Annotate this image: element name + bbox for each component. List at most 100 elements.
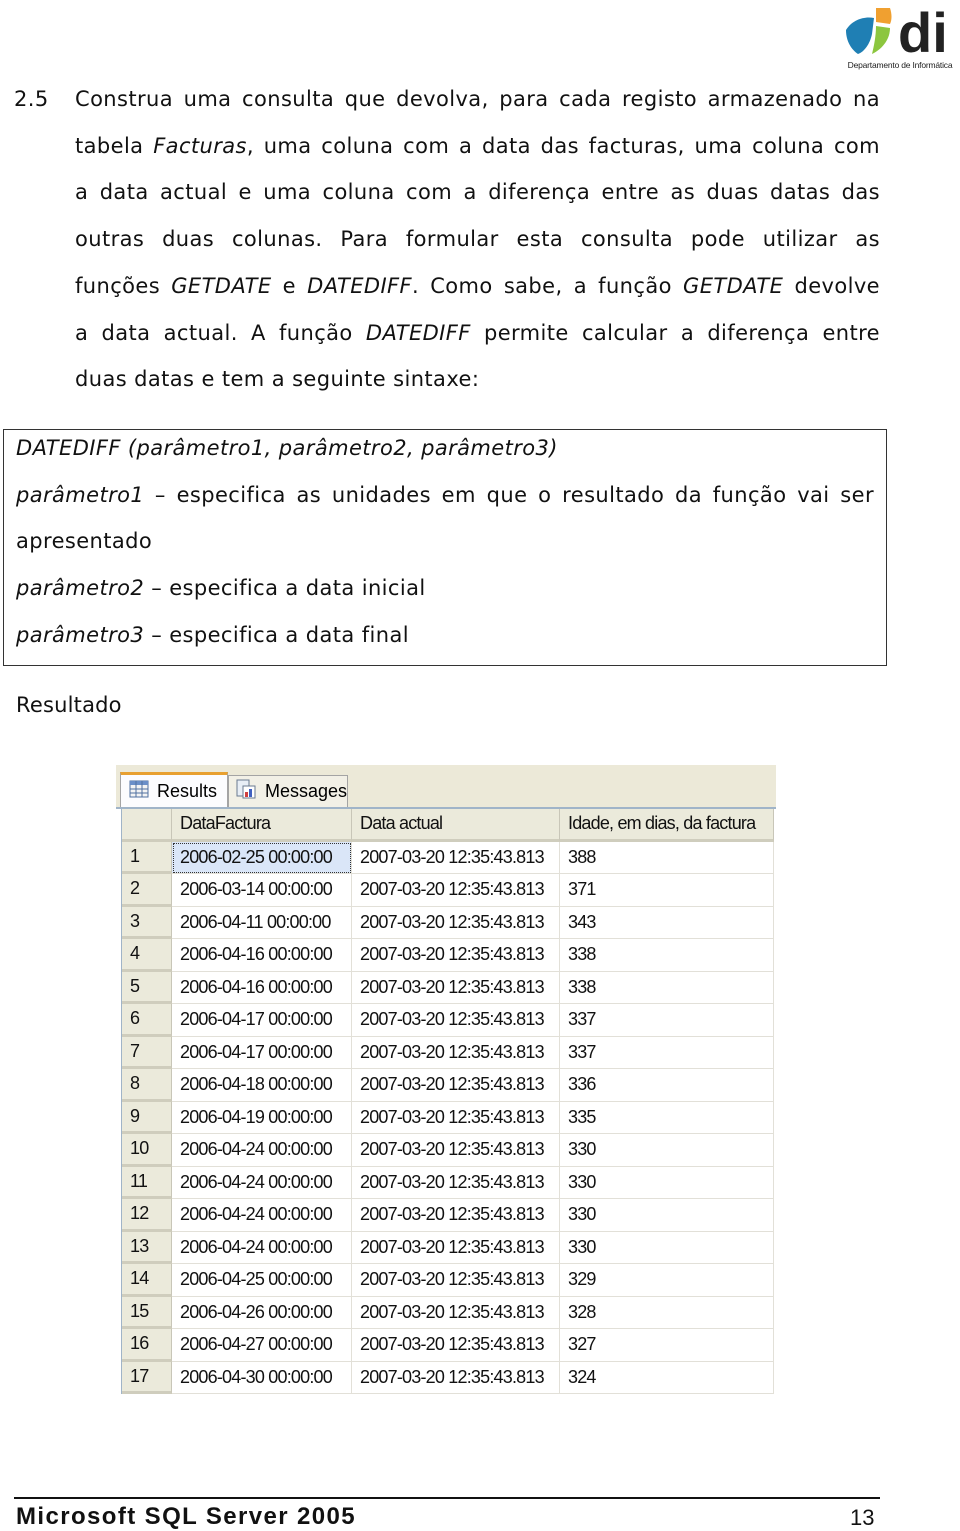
- cell-idade[interactable]: 330: [560, 1199, 774, 1232]
- row-number[interactable]: 8: [122, 1069, 172, 1102]
- table-row[interactable]: 7 2006-04-17 00:00:00 2007-03-20 12:35:43.…: [122, 1036, 774, 1069]
- cell-data-actual[interactable]: 2007-03-20 12:35:43.813: [352, 1231, 560, 1264]
- table-row[interactable]: 10 2006-04-24 00:00:00 2007-03-20 12:35:43…: [122, 1134, 774, 1167]
- row-number[interactable]: 5: [122, 971, 172, 1004]
- column-header-datafactura[interactable]: DataFactura: [172, 809, 352, 842]
- cell-datafactura[interactable]: 2006-04-17 00:00:00: [172, 1004, 352, 1037]
- table-row[interactable]: 17 2006-04-30 00:00:00 2007-03-20 12:35:43…: [122, 1361, 774, 1394]
- cell-idade[interactable]: 335: [560, 1101, 774, 1134]
- cell-idade[interactable]: 338: [560, 939, 774, 972]
- row-number[interactable]: 10: [122, 1134, 172, 1167]
- cell-data-actual[interactable]: 2007-03-20 12:35:43.813: [352, 1004, 560, 1037]
- row-number[interactable]: 16: [122, 1329, 172, 1362]
- cell-data-actual[interactable]: 2007-03-20 12:35:43.813: [352, 1166, 560, 1199]
- cell-data-actual[interactable]: 2007-03-20 12:35:43.813: [352, 1296, 560, 1329]
- row-number[interactable]: 7: [122, 1036, 172, 1069]
- paragraph-line: duas datas e tem a seguinte sintaxe:: [75, 356, 880, 403]
- table-row[interactable]: 9 2006-04-19 00:00:00 2007-03-20 12:35:43.…: [122, 1101, 774, 1134]
- cell-datafactura[interactable]: 2006-02-25 00:00:00: [172, 841, 352, 874]
- text-run: devolve: [783, 273, 880, 298]
- cell-data-actual[interactable]: 2007-03-20 12:35:43.813: [352, 841, 560, 874]
- cell-data-actual[interactable]: 2007-03-20 12:35:43.813: [352, 1264, 560, 1297]
- cell-idade[interactable]: 343: [560, 906, 774, 939]
- column-header-idade[interactable]: Idade, em dias, da factura: [560, 809, 774, 842]
- table-row[interactable]: 8 2006-04-18 00:00:00 2007-03-20 12:35:43.…: [122, 1069, 774, 1102]
- cell-datafactura[interactable]: 2006-04-24 00:00:00: [172, 1231, 352, 1264]
- cell-data-actual[interactable]: 2007-03-20 12:35:43.813: [352, 1134, 560, 1167]
- table-row[interactable]: 3 2006-04-11 00:00:00 2007-03-20 12:35:43.…: [122, 906, 774, 939]
- row-number[interactable]: 11: [122, 1166, 172, 1199]
- table-row[interactable]: 2 2006-03-14 00:00:00 2007-03-20 12:35:43.…: [122, 874, 774, 907]
- results-grid: DataFactura Data actual Idade, em dias, …: [121, 809, 774, 1394]
- cell-datafactura[interactable]: 2006-04-26 00:00:00: [172, 1296, 352, 1329]
- table-row[interactable]: 1 2006-02-25 00:00:00 2007-03-20 12:35:43.…: [122, 841, 774, 874]
- cell-datafactura[interactable]: 2006-04-30 00:00:00: [172, 1361, 352, 1394]
- svg-text:di: di: [898, 4, 948, 60]
- cell-idade[interactable]: 330: [560, 1166, 774, 1199]
- cell-data-actual[interactable]: 2007-03-20 12:35:43.813: [352, 1069, 560, 1102]
- cell-datafactura[interactable]: 2006-04-24 00:00:00: [172, 1134, 352, 1167]
- tab-messages[interactable]: Messages: [228, 775, 348, 807]
- table-row[interactable]: 6 2006-04-17 00:00:00 2007-03-20 12:35:43.…: [122, 1004, 774, 1037]
- cell-datafactura[interactable]: 2006-03-14 00:00:00: [172, 874, 352, 907]
- cell-datafactura[interactable]: 2006-04-16 00:00:00: [172, 939, 352, 972]
- cell-idade[interactable]: 330: [560, 1231, 774, 1264]
- cell-data-actual[interactable]: 2007-03-20 12:35:43.813: [352, 939, 560, 972]
- cell-datafactura[interactable]: 2006-04-11 00:00:00: [172, 906, 352, 939]
- cell-datafactura[interactable]: 2006-04-18 00:00:00: [172, 1069, 352, 1102]
- cell-data-actual[interactable]: 2007-03-20 12:35:43.813: [352, 1199, 560, 1232]
- table-row[interactable]: 13 2006-04-24 00:00:00 2007-03-20 12:35:43…: [122, 1231, 774, 1264]
- cell-idade[interactable]: 338: [560, 971, 774, 1004]
- cell-datafactura[interactable]: 2006-04-17 00:00:00: [172, 1036, 352, 1069]
- cell-data-actual[interactable]: 2007-03-20 12:35:43.813: [352, 874, 560, 907]
- row-number[interactable]: 13: [122, 1231, 172, 1264]
- row-number[interactable]: 6: [122, 1004, 172, 1037]
- column-header-data-actual[interactable]: Data actual: [352, 809, 560, 842]
- table-row[interactable]: 5 2006-04-16 00:00:00 2007-03-20 12:35:43.…: [122, 971, 774, 1004]
- cell-datafactura[interactable]: 2006-04-16 00:00:00: [172, 971, 352, 1004]
- table-row[interactable]: 14 2006-04-25 00:00:00 2007-03-20 12:35:43…: [122, 1264, 774, 1297]
- cell-data-actual[interactable]: 2007-03-20 12:35:43.813: [352, 1101, 560, 1134]
- paragraph-line: tabela Facturas, uma coluna com a data d…: [75, 123, 880, 170]
- row-number[interactable]: 2: [122, 874, 172, 907]
- cell-idade[interactable]: 327: [560, 1329, 774, 1362]
- row-number[interactable]: 9: [122, 1101, 172, 1134]
- cell-idade[interactable]: 329: [560, 1264, 774, 1297]
- cell-datafactura[interactable]: 2006-04-24 00:00:00: [172, 1199, 352, 1232]
- row-number[interactable]: 15: [122, 1296, 172, 1329]
- cell-datafactura[interactable]: 2006-04-19 00:00:00: [172, 1101, 352, 1134]
- cell-data-actual[interactable]: 2007-03-20 12:35:43.813: [352, 1036, 560, 1069]
- messages-icon: [235, 778, 257, 805]
- cell-idade[interactable]: 328: [560, 1296, 774, 1329]
- cell-idade[interactable]: 388: [560, 841, 774, 874]
- table-row[interactable]: 4 2006-04-16 00:00:00 2007-03-20 12:35:43.…: [122, 939, 774, 972]
- row-number[interactable]: 3: [122, 906, 172, 939]
- row-number[interactable]: 17: [122, 1361, 172, 1394]
- cell-idade[interactable]: 337: [560, 1004, 774, 1037]
- row-number[interactable]: 12: [122, 1199, 172, 1232]
- cell-idade[interactable]: 371: [560, 874, 774, 907]
- cell-idade[interactable]: 337: [560, 1036, 774, 1069]
- footer-title: Microsoft SQL Server 2005: [16, 1503, 357, 1530]
- grid-header-row: DataFactura Data actual Idade, em dias, …: [122, 809, 774, 842]
- cell-data-actual[interactable]: 2007-03-20 12:35:43.813: [352, 906, 560, 939]
- table-row[interactable]: 11 2006-04-24 00:00:00 2007-03-20 12:35:43…: [122, 1166, 774, 1199]
- table-row[interactable]: 12 2006-04-24 00:00:00 2007-03-20 12:35:43…: [122, 1199, 774, 1232]
- cell-idade[interactable]: 330: [560, 1134, 774, 1167]
- cell-datafactura[interactable]: 2006-04-25 00:00:00: [172, 1264, 352, 1297]
- row-number[interactable]: 4: [122, 939, 172, 972]
- row-number[interactable]: 14: [122, 1264, 172, 1297]
- cell-data-actual[interactable]: 2007-03-20 12:35:43.813: [352, 1361, 560, 1394]
- cell-datafactura[interactable]: 2006-04-24 00:00:00: [172, 1166, 352, 1199]
- cell-data-actual[interactable]: 2007-03-20 12:35:43.813: [352, 1329, 560, 1362]
- tab-results[interactable]: Results: [120, 772, 228, 807]
- table-row[interactable]: 16 2006-04-27 00:00:00 2007-03-20 12:35:43…: [122, 1329, 774, 1362]
- cell-datafactura[interactable]: 2006-04-27 00:00:00: [172, 1329, 352, 1362]
- row-number[interactable]: 1: [122, 841, 172, 874]
- text-run: , uma coluna com a data das facturas, um…: [246, 133, 880, 158]
- table-row[interactable]: 15 2006-04-26 00:00:00 2007-03-20 12:35:43…: [122, 1296, 774, 1329]
- cell-idade[interactable]: 324: [560, 1361, 774, 1394]
- cell-idade[interactable]: 336: [560, 1069, 774, 1102]
- row-number-header[interactable]: [122, 809, 172, 842]
- cell-data-actual[interactable]: 2007-03-20 12:35:43.813: [352, 971, 560, 1004]
